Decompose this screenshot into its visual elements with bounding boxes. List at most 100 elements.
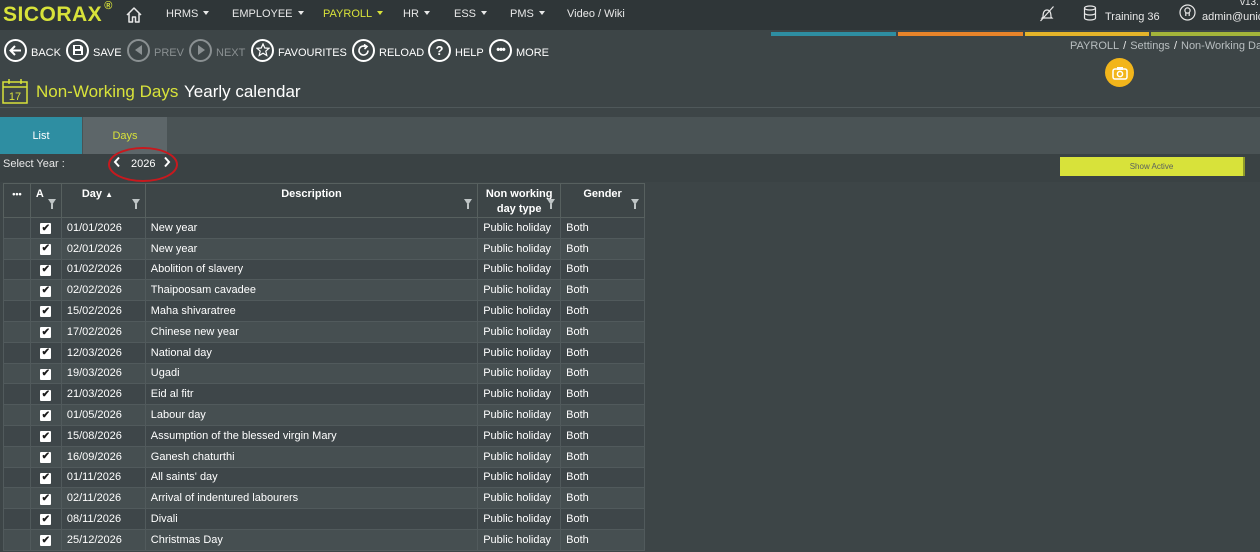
nav-pms[interactable]: PMS: [510, 8, 545, 20]
table-row[interactable]: ✔ 02/11/2026 Arrival of indentured laboure…: [3, 487, 645, 510]
table-row[interactable]: ✔ 19/03/2026 Ugadi Public holiday Both: [3, 362, 645, 385]
checkbox-checked-icon[interactable]: ✔: [40, 306, 52, 318]
page-title: Non-Working Days: [36, 82, 179, 101]
active-cell[interactable]: ✔: [29, 217, 62, 239]
table-row[interactable]: ✔ 02/01/2026 New year Public holiday Both: [3, 237, 645, 260]
table-row[interactable]: ✔ 21/03/2026 Eid al fitr Public holiday Both: [3, 383, 645, 406]
nav-hrms[interactable]: HRMS: [166, 8, 210, 20]
col-header-active[interactable]: A: [29, 183, 62, 218]
nav-employee[interactable]: EMPLOYEE: [232, 8, 304, 20]
checkbox-checked-icon[interactable]: ✔: [40, 243, 52, 255]
checkbox-checked-icon[interactable]: ✔: [40, 451, 52, 463]
active-cell[interactable]: ✔: [29, 466, 62, 489]
show-active-toggle[interactable]: Show Active: [1060, 157, 1245, 176]
nav-hr[interactable]: HR: [403, 8, 430, 20]
day-cell: 01/02/2026: [60, 258, 146, 281]
back-button[interactable]: BACK: [4, 38, 61, 62]
active-cell[interactable]: ✔: [29, 279, 62, 302]
table-row[interactable]: ✔ 02/02/2026 Thaipoosam cavadee Public holi…: [3, 279, 645, 302]
help-button[interactable]: ? HELP: [428, 38, 484, 62]
day-type-cell: Public holiday: [477, 466, 562, 489]
row-menu-cell: [3, 341, 31, 364]
nav-payroll[interactable]: PAYROLL: [323, 8, 384, 20]
company-name[interactable]: Training 36: [1105, 11, 1160, 23]
filter-icon[interactable]: [131, 199, 140, 209]
next-button[interactable]: NEXT: [189, 38, 245, 62]
active-cell[interactable]: ✔: [29, 508, 62, 530]
reload-button[interactable]: RELOAD: [352, 38, 424, 62]
nav-video-wiki[interactable]: Video / Wiki: [567, 8, 625, 20]
table-row[interactable]: ✔ 08/11/2026 Divali Public holiday Both: [3, 508, 645, 530]
table-row[interactable]: ✔ 12/03/2026 National day Public holiday Bot…: [3, 341, 645, 364]
prev-button[interactable]: PREV: [127, 38, 184, 62]
active-cell[interactable]: ✔: [29, 445, 62, 468]
checkbox-checked-icon[interactable]: ✔: [40, 514, 52, 526]
color-bar-orange: [898, 32, 1023, 36]
active-cell[interactable]: ✔: [29, 300, 62, 322]
row-menu-cell: [3, 383, 31, 406]
active-cell[interactable]: ✔: [29, 528, 62, 551]
col-header-day[interactable]: Day ▲: [60, 183, 146, 218]
active-cell[interactable]: ✔: [29, 487, 62, 510]
checkbox-checked-icon[interactable]: ✔: [40, 347, 52, 359]
table-row[interactable]: ✔ 01/11/2026 All saints' day Public holiday…: [3, 466, 645, 489]
filter-icon[interactable]: [631, 199, 639, 209]
home-icon[interactable]: [124, 5, 144, 25]
column-menu-button[interactable]: •••: [3, 183, 31, 218]
active-cell[interactable]: ✔: [29, 404, 62, 426]
breadcrumb: PAYROLL / Settings / Non-Working Day: [1070, 40, 1260, 52]
checkbox-checked-icon[interactable]: ✔: [40, 493, 52, 505]
top-navbar: SICORAX ® HRMS EMPLOYEE PAYROLL HR ESS PM…: [0, 0, 1260, 30]
screenshot-button[interactable]: [1105, 58, 1134, 87]
tab-bar: List Days: [0, 117, 1260, 154]
table-row[interactable]: ✔ 01/05/2026 Labour day Public holiday Both: [3, 404, 645, 426]
active-cell[interactable]: ✔: [29, 341, 62, 364]
user-name[interactable]: admin@unic: [1202, 11, 1260, 23]
checkbox-checked-icon[interactable]: ✔: [40, 285, 52, 297]
tab-list[interactable]: List: [0, 117, 82, 154]
active-cell[interactable]: ✔: [29, 320, 62, 343]
table-row[interactable]: ✔ 15/02/2026 Maha shivaratree Public holida…: [3, 300, 645, 322]
checkbox-checked-icon[interactable]: ✔: [40, 389, 52, 401]
active-cell[interactable]: ✔: [29, 258, 62, 281]
checkbox-checked-icon[interactable]: ✔: [40, 223, 52, 235]
breadcrumb-payroll[interactable]: PAYROLL: [1070, 40, 1119, 52]
table-row[interactable]: ✔ 17/02/2026 Chinese new year Public holida…: [3, 320, 645, 343]
col-header-description[interactable]: Description: [144, 183, 479, 218]
filter-icon[interactable]: [464, 199, 473, 209]
col-header-gender[interactable]: Gender: [560, 183, 645, 218]
nav-ess[interactable]: ESS: [454, 8, 488, 20]
filter-icon[interactable]: [47, 199, 56, 209]
table-row[interactable]: ✔ 25/12/2026 Christmas Day Public holiday Bo…: [3, 528, 645, 551]
day-cell: 08/11/2026: [60, 508, 146, 530]
breadcrumb-settings[interactable]: Settings: [1130, 40, 1170, 52]
checkbox-checked-icon[interactable]: ✔: [40, 472, 52, 484]
more-button[interactable]: ••• MORE: [489, 38, 549, 62]
day-type-cell: Public holiday: [477, 404, 562, 426]
table-row[interactable]: ✔ 01/02/2026 Abolition of slavery Public ho…: [3, 258, 645, 281]
filter-icon[interactable]: [547, 199, 556, 209]
col-header-day-type-line2: day type: [496, 203, 542, 215]
checkbox-checked-icon[interactable]: ✔: [40, 327, 52, 339]
checkbox-checked-icon[interactable]: ✔: [40, 431, 52, 443]
save-button[interactable]: SAVE: [66, 38, 122, 62]
notifications-off-icon[interactable]: [1039, 5, 1055, 23]
active-cell[interactable]: ✔: [29, 383, 62, 406]
checkbox-checked-icon[interactable]: ✔: [40, 368, 52, 380]
active-cell[interactable]: ✔: [29, 237, 62, 260]
table-row[interactable]: ✔ 15/08/2026 Assumption of the blessed vir…: [3, 424, 645, 447]
user-icon[interactable]: [1179, 4, 1196, 21]
col-header-day-type[interactable]: Non working day type: [477, 183, 562, 218]
description-cell: Ganesh chaturthi: [144, 445, 479, 468]
active-cell[interactable]: ✔: [29, 362, 62, 385]
description-cell: Chinese new year: [144, 320, 479, 343]
table-row[interactable]: ✔ 01/01/2026 New year Public holiday Both: [3, 217, 645, 239]
active-cell[interactable]: ✔: [29, 424, 62, 447]
checkbox-checked-icon[interactable]: ✔: [40, 535, 52, 547]
gender-cell: Both: [560, 300, 645, 322]
table-row[interactable]: ✔ 16/09/2026 Ganesh chaturthi Public holida…: [3, 445, 645, 468]
favourites-button[interactable]: FAVOURITES: [251, 38, 347, 62]
checkbox-checked-icon[interactable]: ✔: [40, 410, 52, 422]
checkbox-checked-icon[interactable]: ✔: [40, 264, 52, 276]
app-logo[interactable]: SICORAX ®: [3, 0, 112, 27]
